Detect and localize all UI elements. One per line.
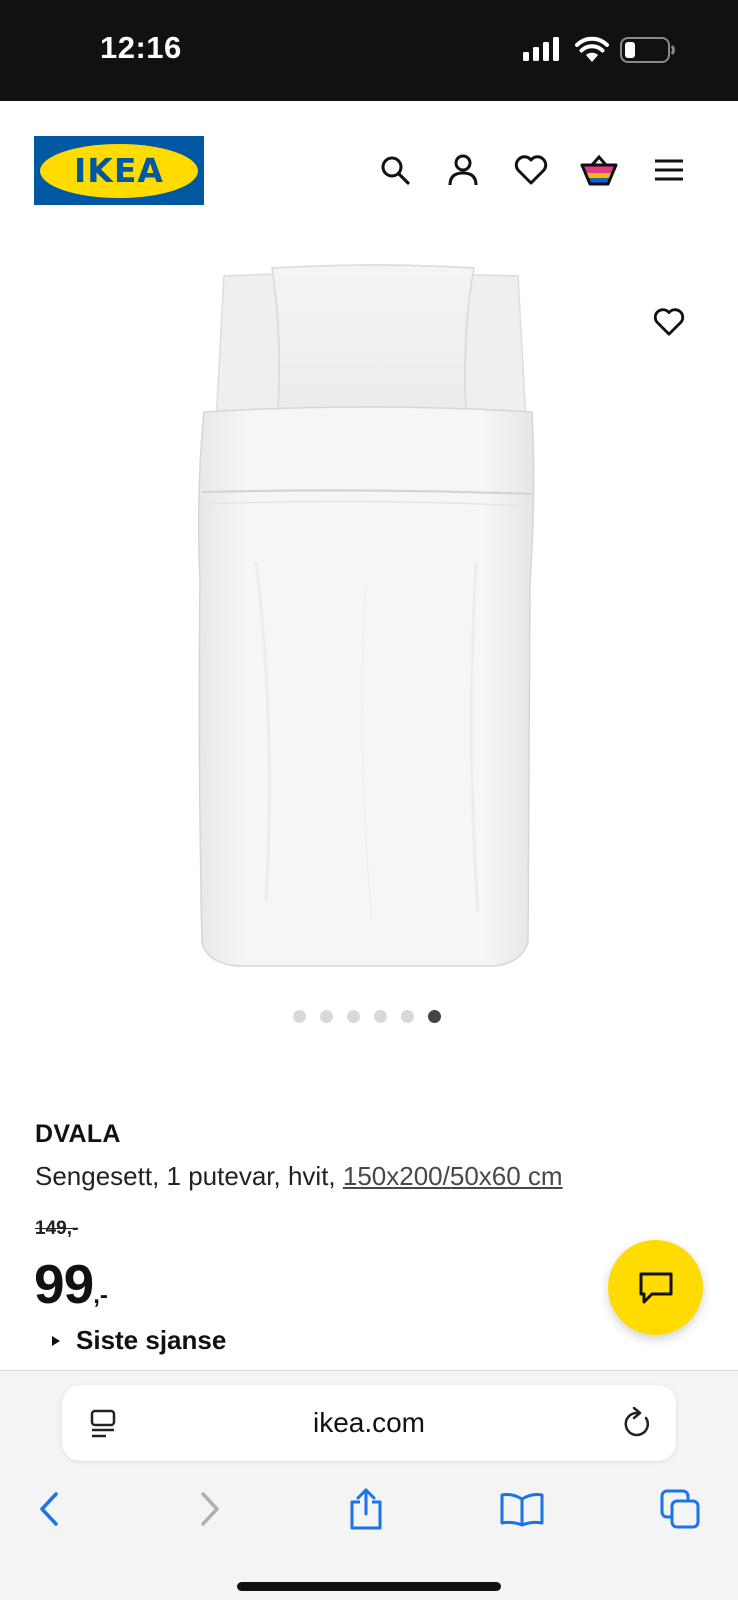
last-chance-toggle[interactable]: Siste sjanse [50,1325,226,1356]
share-icon [350,1488,382,1530]
logo-oval: IKEA [40,143,198,198]
bookmarks-icon [500,1493,544,1527]
tabs-icon [660,1489,700,1529]
logo-text: IKEA [74,151,164,190]
carousel-dot[interactable] [374,1010,387,1023]
product-size-link[interactable]: 150x200/50x60 cm [343,1161,563,1191]
reload-icon[interactable] [622,1407,652,1439]
product-description: Sengesett, 1 putevar, hvit, 150x200/50x6… [35,1161,563,1192]
price: 99,- [34,1252,108,1315]
carousel-dots [293,1010,441,1024]
signal-icon [523,37,559,61]
site-header: IKEA [0,101,738,239]
wifi-icon [575,36,609,62]
home-indicator [237,1582,501,1591]
cart-icon[interactable] [580,151,618,189]
status-bar: 12:16 [0,0,738,101]
forward-icon [201,1492,219,1526]
tabs-button[interactable] [656,1485,704,1533]
ikea-logo[interactable]: IKEA [34,136,204,205]
chat-button[interactable] [608,1240,703,1335]
wishlist-button[interactable] [648,301,690,343]
back-icon [40,1492,58,1526]
product-image[interactable] [196,262,542,974]
carousel-dot[interactable] [320,1010,333,1023]
share-button[interactable] [342,1485,390,1533]
caret-right-icon [52,1335,60,1346]
back-button[interactable] [25,1485,73,1533]
carousel-dot[interactable] [293,1010,306,1023]
heart-outline-icon [653,308,685,336]
url-text: ikea.com [312,1407,426,1438]
old-price: 149,- [35,1218,79,1239]
carousel-dot[interactable] [428,1010,441,1023]
battery-icon [620,37,675,63]
price-suffix: ,- [93,1282,108,1309]
status-time: 12:16 [100,30,182,65]
menu-icon[interactable] [650,151,688,189]
carousel-dot[interactable] [401,1010,414,1023]
bookmarks-button[interactable] [498,1485,546,1533]
chat-icon [639,1272,672,1303]
last-chance-label: Siste sjanse [76,1325,227,1355]
forward-button[interactable] [186,1485,234,1533]
browser-toolbar: ikea.com [0,1370,738,1600]
price-main: 99 [34,1253,94,1315]
search-icon[interactable] [376,151,414,189]
product-name: DVALA [35,1120,121,1148]
heart-icon[interactable] [512,151,550,189]
account-icon[interactable] [444,151,482,189]
carousel-dot[interactable] [347,1010,360,1023]
product-description-text: Sengesett, 1 putevar, hvit, [35,1161,343,1191]
address-bar[interactable]: ikea.com [62,1385,676,1461]
